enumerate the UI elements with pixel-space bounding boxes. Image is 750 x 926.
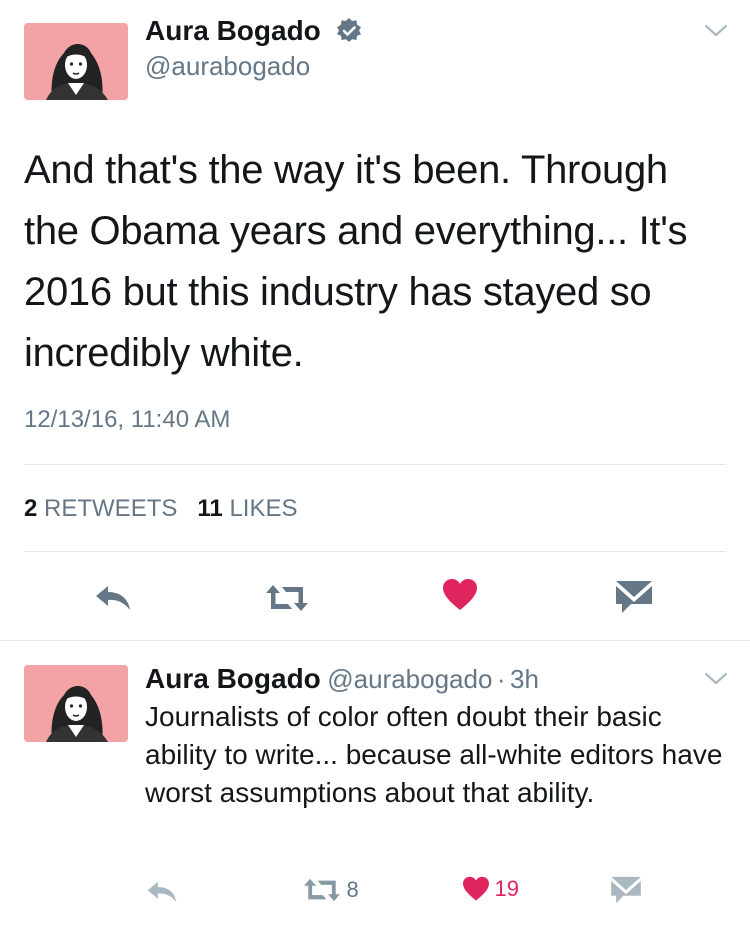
engagement-stats[interactable]: 2 RETWEETS 11 LIKES bbox=[24, 495, 297, 523]
reply-like-action[interactable]: 19 bbox=[462, 876, 519, 902]
reply-retweet-count: 8 bbox=[346, 877, 359, 902]
chevron-down-icon[interactable] bbox=[704, 24, 728, 38]
divider bbox=[0, 640, 750, 641]
reply-retweet-action[interactable]: 8 bbox=[302, 877, 359, 903]
reply-like-count: 19 bbox=[494, 876, 519, 901]
verified-badge-icon bbox=[336, 18, 362, 44]
reply-age: 3h bbox=[510, 664, 539, 694]
chevron-down-icon[interactable] bbox=[704, 672, 728, 686]
heart-icon bbox=[462, 876, 490, 902]
reply-author-avatar[interactable] bbox=[24, 665, 128, 742]
heart-icon[interactable] bbox=[442, 578, 478, 612]
avatar-portrait bbox=[24, 665, 128, 742]
author-name[interactable]: Aura Bogado bbox=[145, 15, 321, 47]
retweet-icon[interactable] bbox=[264, 584, 310, 612]
reply-author-name[interactable]: Aura Bogado bbox=[145, 663, 321, 694]
like-count: 11 bbox=[197, 495, 223, 522]
reply-icon[interactable] bbox=[94, 584, 132, 612]
like-label: LIKES bbox=[229, 495, 298, 522]
author-handle[interactable]: @aurabogado bbox=[145, 51, 310, 82]
direct-message-icon[interactable] bbox=[615, 580, 653, 614]
divider bbox=[24, 464, 726, 465]
reply-header: Aura Bogado @aurabogado · 3h bbox=[145, 663, 539, 695]
reply-author-handle[interactable]: @aurabogado bbox=[327, 664, 492, 694]
retweet-count: 2 bbox=[24, 495, 38, 522]
divider bbox=[24, 551, 726, 552]
author-avatar[interactable] bbox=[24, 23, 128, 100]
reply-tweet-text: Journalists of color often doubt their b… bbox=[145, 701, 723, 808]
avatar-portrait bbox=[24, 23, 128, 100]
direct-message-icon[interactable] bbox=[610, 876, 642, 904]
retweet-label: RETWEETS bbox=[44, 495, 178, 522]
retweet-icon bbox=[302, 878, 342, 902]
reply-separator: · bbox=[496, 664, 506, 694]
tweet-text: And that's the way it's been. Through th… bbox=[24, 148, 688, 375]
reply-icon[interactable] bbox=[146, 880, 178, 904]
tweet-timestamp: 12/13/16, 11:40 AM bbox=[24, 406, 231, 433]
